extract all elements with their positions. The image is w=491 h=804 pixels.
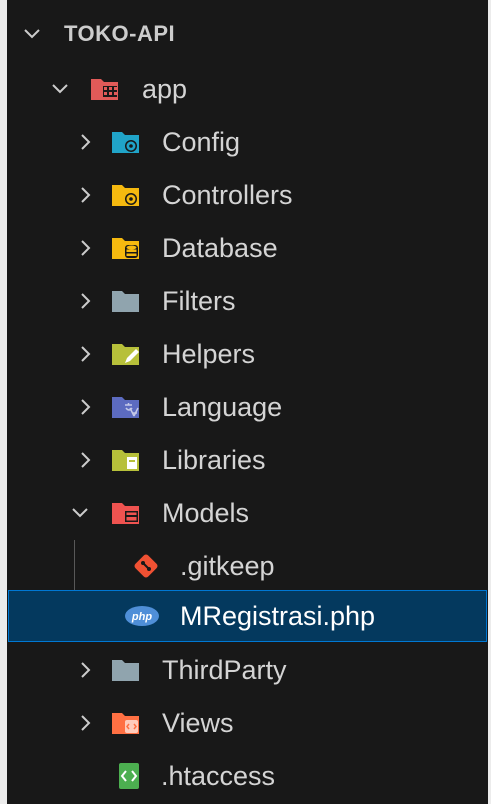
tree-folder-libraries[interactable]: Libraries — [8, 434, 487, 486]
chevron-right-icon — [76, 713, 96, 733]
tree-item-label: MRegistrasi.php — [180, 601, 376, 631]
tree-item-label: Filters — [162, 286, 236, 316]
chevron-right-icon — [76, 291, 96, 311]
chevron-right-icon — [76, 185, 96, 205]
tree-folder-database[interactable]: Database — [8, 222, 487, 274]
chevron-right-icon — [76, 344, 96, 364]
language-folder-icon — [111, 394, 141, 420]
chevron-down-icon — [70, 503, 90, 523]
tree-item-label: Language — [162, 392, 283, 422]
svg-text:php: php — [131, 611, 152, 623]
chevron-right-icon — [76, 450, 96, 470]
tree-folder-models[interactable]: Models — [8, 487, 487, 539]
tree-item-label: Database — [162, 233, 278, 263]
tree-folder-filters[interactable]: Filters — [8, 275, 487, 327]
project-header[interactable]: TOKO-API — [8, 8, 487, 60]
controllers-folder-icon — [111, 182, 141, 208]
tree-file-gitkeep[interactable]: .gitkeep — [8, 540, 487, 592]
left-border — [0, 0, 7, 804]
tree-folder-controllers[interactable]: Controllers — [8, 169, 487, 221]
database-folder-icon — [111, 235, 141, 261]
chevron-right-icon — [76, 132, 96, 152]
tree-folder-config[interactable]: Config — [8, 116, 487, 168]
tree-folder-views[interactable]: Views — [8, 697, 487, 749]
tree-file-htaccess[interactable]: .htaccess — [8, 750, 487, 802]
git-file-icon — [131, 551, 161, 581]
tree-item-label: Models — [162, 498, 250, 528]
tree-item-label: .htaccess — [161, 761, 276, 791]
folder-icon — [111, 288, 141, 314]
chevron-right-icon — [76, 238, 96, 258]
htaccess-file-icon — [116, 762, 142, 790]
project-title: TOKO-API — [64, 21, 176, 46]
libraries-folder-icon — [111, 447, 141, 473]
config-folder-icon — [111, 129, 141, 155]
php-file-icon: php — [123, 604, 161, 628]
models-folder-icon — [111, 500, 141, 526]
tree-item-label: Controllers — [162, 180, 293, 210]
tree-item-label: Helpers — [162, 339, 256, 369]
tree-item-label: Config — [162, 127, 241, 157]
views-folder-icon — [111, 710, 141, 736]
app-folder-icon — [90, 76, 120, 102]
tree-folder-app[interactable]: app — [8, 63, 487, 115]
chevron-down-icon — [50, 79, 70, 99]
tree-item-label: app — [142, 74, 188, 104]
tree-file-mregistrasi-php[interactable]: php MRegistrasi.php — [8, 590, 487, 642]
file-explorer: TOKO-API app Config Controllers Database… — [0, 0, 491, 804]
helpers-folder-icon — [111, 341, 141, 367]
tree-folder-helpers[interactable]: Helpers — [8, 328, 487, 380]
tree-item-label: Libraries — [162, 445, 266, 475]
folder-icon — [111, 657, 141, 683]
tree-item-label: ThirdParty — [162, 655, 287, 685]
chevron-right-icon — [76, 397, 96, 417]
chevron-down-icon — [22, 24, 42, 44]
tree-folder-language[interactable]: Language — [8, 381, 487, 433]
tree-folder-thirdparty[interactable]: ThirdParty — [8, 644, 487, 696]
chevron-right-icon — [76, 660, 96, 680]
tree-item-label: .gitkeep — [180, 551, 275, 581]
tree-item-label: Views — [162, 708, 234, 738]
